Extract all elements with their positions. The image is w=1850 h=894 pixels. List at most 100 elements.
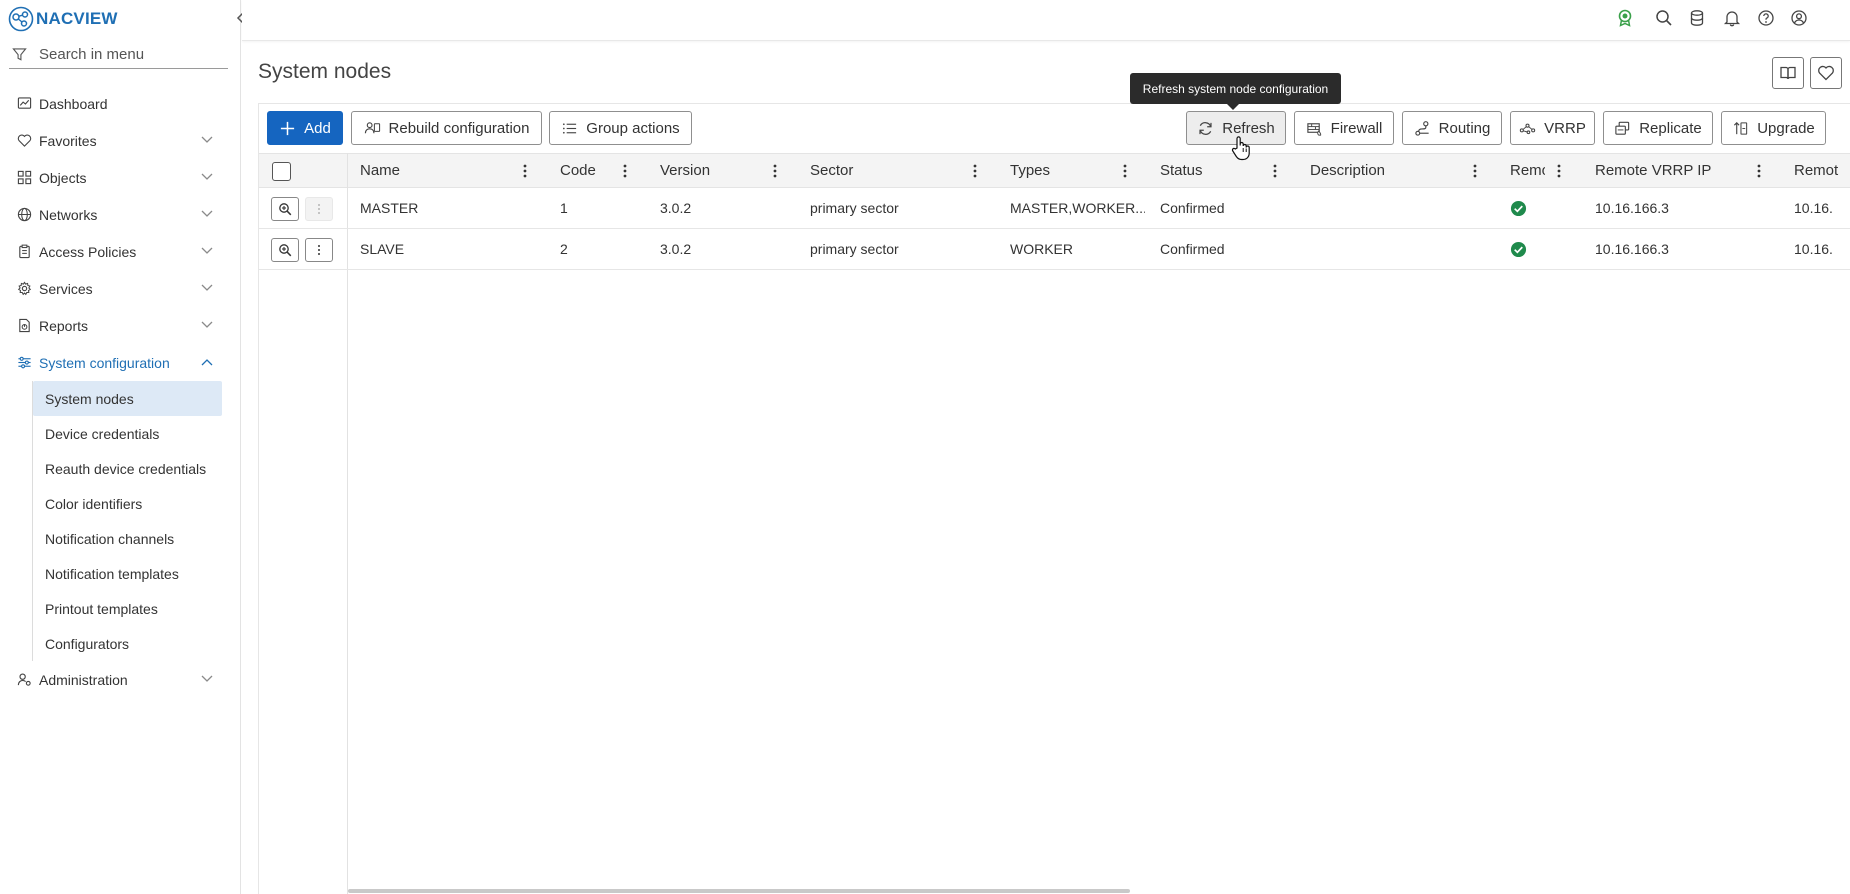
zoom-in-icon: [279, 203, 292, 216]
refresh-tooltip: Refresh system node configuration: [1130, 73, 1341, 110]
routing-label: Routing: [1438, 119, 1491, 137]
cell-remote-vrrp-ip: 10.16.166.3: [1595, 200, 1669, 216]
column-header-name[interactable]: Name: [360, 154, 480, 187]
system-configuration-submenu: System nodes Device credentials Reauth d…: [0, 381, 241, 661]
column-menu-icon[interactable]: [972, 163, 978, 179]
column-menu-icon[interactable]: [1272, 163, 1278, 179]
zoom-in-icon: [279, 244, 292, 257]
rebuild-configuration-button[interactable]: Rebuild configuration: [351, 111, 542, 145]
refresh-icon: [1199, 121, 1212, 135]
menu-search-input[interactable]: [39, 46, 209, 63]
sidebar-item-label: Administration: [39, 671, 128, 688]
sidebar-subitem-system-nodes[interactable]: System nodes: [33, 381, 222, 416]
documentation-button[interactable]: [1772, 57, 1804, 89]
sidebar-subitem-color-identifiers[interactable]: Color identifiers: [33, 486, 222, 521]
column-header-remote[interactable]: Remo: [1510, 154, 1545, 187]
chevron-down-icon: [201, 247, 213, 254]
column-menu-icon[interactable]: [1122, 163, 1128, 179]
sidebar-subitem-reauth-device-credentials[interactable]: Reauth device credentials: [33, 451, 222, 486]
refresh-label: Refresh: [1222, 119, 1275, 137]
globe-icon: [17, 207, 32, 222]
column-menu-icon[interactable]: [522, 163, 528, 179]
column-menu-icon[interactable]: [1556, 163, 1562, 179]
sidebar-item-access-policies[interactable]: Access Policies: [0, 233, 241, 270]
chevron-down-icon: [201, 136, 213, 143]
column-header-remote-vrrp-ip[interactable]: Remote VRRP IP: [1595, 154, 1725, 187]
sidebar-item-label: System configuration: [39, 354, 170, 371]
upgrade-label: Upgrade: [1757, 119, 1815, 137]
list-icon: [563, 122, 577, 134]
replicate-button[interactable]: Replicate: [1603, 111, 1713, 145]
objects-grid-icon: [17, 170, 32, 185]
routing-button[interactable]: Routing: [1402, 111, 1502, 145]
sidebar-subitem-device-credentials[interactable]: Device credentials: [33, 416, 222, 451]
table-header: Name Code Version Sector Types Status De…: [259, 153, 1850, 188]
rebuild-configuration-label: Rebuild configuration: [388, 119, 530, 137]
sidebar-item-reports[interactable]: Reports: [0, 307, 241, 344]
hand-pointer-cursor-icon: [1231, 136, 1250, 161]
column-header-sector[interactable]: Sector: [810, 154, 930, 187]
add-button[interactable]: Add: [267, 111, 343, 145]
column-menu-icon[interactable]: [1472, 163, 1478, 179]
cell-status: Confirmed: [1160, 200, 1225, 216]
more-vertical-icon: [318, 245, 320, 255]
firewall-label: Firewall: [1330, 119, 1383, 137]
nacview-logo-icon: [8, 6, 34, 32]
sidebar-item-system-configuration[interactable]: System configuration: [0, 344, 241, 381]
cell-description: [1310, 188, 1490, 228]
sidebar-subitem-configurators[interactable]: Configurators: [33, 626, 222, 661]
horizontal-scrollbar[interactable]: [348, 889, 1130, 893]
cell-remote: [1510, 188, 1570, 228]
more-vertical-icon: [318, 204, 320, 214]
sidebar-item-dashboard[interactable]: Dashboard: [0, 85, 241, 122]
column-header-remote-next[interactable]: Remot: [1794, 154, 1850, 187]
table-row[interactable]: SLAVE 2 3.0.2 primary sector WORKER Conf…: [259, 229, 1850, 270]
logo-text: NACVIEW: [36, 9, 118, 28]
column-header-description[interactable]: Description: [1310, 154, 1430, 187]
vrrp-network-icon: [1519, 123, 1536, 134]
gear-icon: [17, 281, 32, 296]
vrrp-label: VRRP: [1544, 119, 1586, 137]
database-icon[interactable]: [1688, 9, 1706, 27]
sliders-icon: [18, 356, 31, 369]
column-header-types[interactable]: Types: [1010, 154, 1110, 187]
column-menu-icon[interactable]: [622, 163, 628, 179]
firewall-icon: [1306, 122, 1321, 136]
add-to-favorites-button[interactable]: [1810, 57, 1842, 89]
column-header-version[interactable]: Version: [660, 154, 740, 187]
sidebar-subitem-notification-channels[interactable]: Notification channels: [33, 521, 222, 556]
sidebar-item-label: Access Policies: [39, 243, 137, 260]
user-account-icon[interactable]: [1790, 9, 1808, 27]
firewall-button[interactable]: Firewall: [1294, 111, 1394, 145]
sidebar-subitem-printout-templates[interactable]: Printout templates: [33, 591, 222, 626]
sidebar-item-administration[interactable]: Administration: [0, 661, 241, 698]
upgrade-button[interactable]: Upgrade: [1721, 111, 1826, 145]
chevron-up-icon: [201, 359, 213, 366]
sidebar-item-services[interactable]: Services: [0, 270, 241, 307]
license-badge-icon[interactable]: [1616, 9, 1634, 27]
row-preview-button[interactable]: [271, 238, 299, 262]
row-actions-button[interactable]: [305, 238, 333, 262]
column-header-code[interactable]: Code: [560, 154, 620, 187]
sidebar-item-favorites[interactable]: Favorites: [0, 122, 241, 159]
column-menu-icon[interactable]: [772, 163, 778, 179]
group-actions-button[interactable]: Group actions: [549, 111, 692, 145]
app-logo[interactable]: NACVIEW: [8, 6, 118, 32]
replicate-label: Replicate: [1639, 119, 1702, 137]
chevron-down-icon: [201, 173, 213, 180]
sidebar-item-objects[interactable]: Objects: [0, 159, 241, 196]
table-row[interactable]: MASTER 1 3.0.2 primary sector MASTER,WOR…: [259, 188, 1850, 229]
vrrp-button[interactable]: VRRP: [1510, 111, 1595, 145]
submenu-divider: [32, 381, 33, 661]
column-menu-icon[interactable]: [1756, 163, 1762, 179]
cell-remote-next: 10.16.: [1794, 200, 1833, 216]
row-actions-button[interactable]: [305, 197, 333, 221]
select-all-checkbox[interactable]: [272, 162, 291, 181]
sidebar-subitem-notification-templates[interactable]: Notification templates: [33, 556, 222, 591]
sidebar-item-networks[interactable]: Networks: [0, 196, 241, 233]
row-preview-button[interactable]: [271, 197, 299, 221]
search-icon[interactable]: [1655, 9, 1673, 27]
cell-types: MASTER,WORKER...: [1010, 200, 1145, 216]
help-icon[interactable]: [1757, 9, 1775, 27]
bell-icon[interactable]: [1723, 9, 1741, 27]
